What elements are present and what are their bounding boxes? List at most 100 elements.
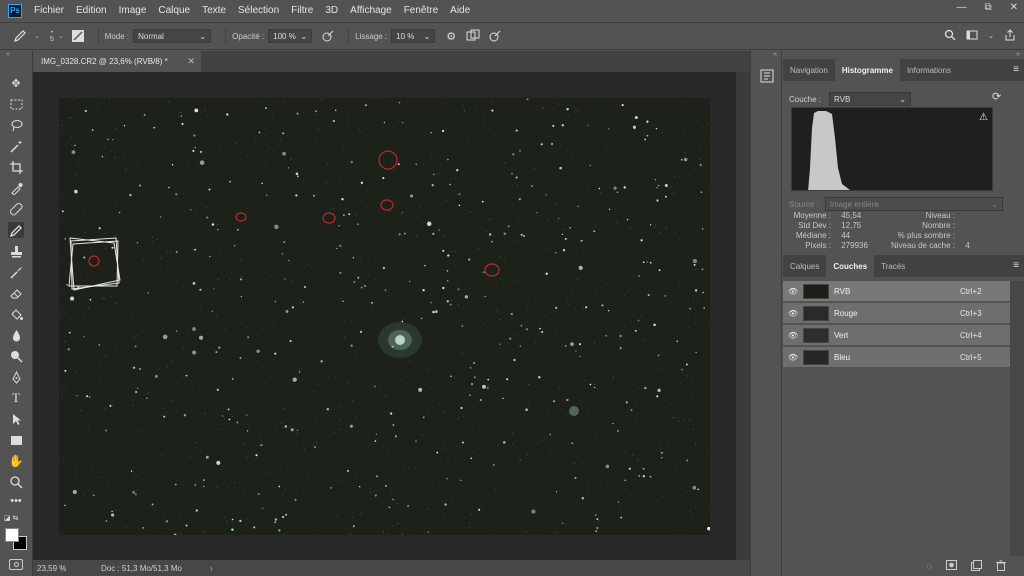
search-icon[interactable] [944,29,956,43]
tab-informations[interactable]: Informations [900,59,958,81]
menu-edition[interactable]: Edition [76,5,107,16]
eye-icon[interactable]: 👁 [783,287,803,296]
refresh-icon[interactable]: ⟳ [992,90,1001,103]
chevron-right-icon[interactable]: › [210,564,213,573]
channel-thumbnail [803,349,829,365]
history-brush-tool-icon[interactable] [8,264,24,280]
collapse-arrows-icon[interactable]: « [773,51,777,58]
pencil-tool-preset-icon[interactable] [12,28,28,44]
collapse-arrows-icon[interactable]: » [1016,51,1020,58]
panel-menu-icon[interactable]: ≡ [1013,64,1019,75]
move-tool-icon[interactable]: ✥ [8,75,24,91]
menu-texte[interactable]: Texte [202,5,226,16]
save-selection-icon[interactable] [946,560,957,572]
star [192,281,196,285]
pen-tool-icon[interactable] [8,369,24,385]
opacity-field[interactable]: 100 % ⌄ [268,29,313,43]
astro-image[interactable] [59,98,710,535]
healing-brush-tool-icon[interactable] [8,201,24,217]
channels-scrollbar[interactable] [1010,281,1024,556]
photoshop-logo-icon[interactable]: Ps [8,3,22,18]
eye-icon[interactable]: 👁 [783,353,803,362]
pencil-tool-icon[interactable] [8,222,24,238]
brush-size-picker[interactable]: • 5 [50,30,54,43]
star [105,429,108,432]
clone-stamp-tool-icon[interactable] [8,243,24,259]
close-button[interactable]: ✕ [1010,2,1018,13]
crop-tool-icon[interactable] [8,159,24,175]
channel-row-vert[interactable]: 👁 Vert Ctrl+4 [783,325,1010,346]
tab-couches[interactable]: Couches [826,255,875,277]
channel-select[interactable]: RVB ⌄ [829,92,912,106]
minimize-button[interactable]: — [956,2,966,13]
channel-row-rvb[interactable]: 👁 RVB Ctrl+2 [783,281,1010,302]
star [211,310,213,312]
star [246,430,249,432]
menu-affichage[interactable]: Affichage [350,5,392,16]
panel-menu-icon[interactable]: ≡ [1013,260,1019,271]
document-tab[interactable]: IMG_0328.CR2 @ 23,6% (RVB/8) * ✕ [33,51,201,72]
mode-select[interactable]: Normal ⌄ [133,29,212,43]
star [151,503,154,506]
eyedropper-tool-icon[interactable] [8,180,24,196]
star [637,319,640,322]
menu-filtre[interactable]: Filtre [291,5,313,16]
history-panel-icon[interactable] [760,69,774,83]
stat-pixels: Pixels : 279936 [805,241,868,250]
brush-settings-icon[interactable] [70,28,86,44]
new-channel-icon[interactable] [971,559,982,573]
chevron-down-icon[interactable]: ⌄ [58,32,64,40]
marquee-tool-icon[interactable] [8,96,24,112]
star [578,343,582,346]
quick-mask-icon[interactable] [9,559,23,570]
chevron-down-icon[interactable]: ⌄ [988,32,994,40]
more-tools-icon[interactable]: ••• [8,493,24,509]
menu-fichier[interactable]: Fichier [34,5,64,16]
menu-fenetre[interactable]: Fenêtre [404,5,438,16]
gear-icon[interactable]: ⚙ [443,28,459,44]
source-select[interactable]: Image entière ⌄ [824,197,1003,211]
eye-icon[interactable]: 👁 [783,309,803,318]
close-icon[interactable]: ✕ [187,56,195,67]
eraser-tool-icon[interactable] [8,285,24,301]
trash-icon[interactable] [996,560,1006,573]
foreground-color-swatch[interactable] [5,528,19,542]
load-selection-icon[interactable]: ◌ [927,561,932,571]
menu-calque[interactable]: Calque [158,5,190,16]
tab-navigation[interactable]: Navigation [783,59,835,81]
pressure-size-icon[interactable] [487,28,503,44]
paint-bucket-tool-icon[interactable] [8,306,24,322]
magic-wand-tool-icon[interactable] [8,138,24,154]
hand-tool-icon[interactable]: ✋ [8,453,24,469]
tab-calques[interactable]: Calques [783,255,826,277]
symmetry-icon[interactable] [465,28,481,44]
channel-row-rouge[interactable]: 👁 Rouge Ctrl+3 [783,303,1010,324]
workspace-icon[interactable] [966,29,978,43]
channel-row-bleu[interactable]: 👁 Bleu Ctrl+5 [783,347,1010,368]
zoom-level[interactable]: 23,59 % [37,564,81,573]
type-tool-icon[interactable]: T [8,390,24,406]
smoothing-field[interactable]: 10 % ⌄ [391,29,436,43]
path-selection-tool-icon[interactable] [8,411,24,427]
expand-arrows-icon[interactable]: » [6,51,10,58]
menu-3d[interactable]: 3D [325,5,338,16]
dodge-tool-icon[interactable] [8,348,24,364]
menu-selection[interactable]: Sélection [238,5,279,16]
menu-aide[interactable]: Aide [450,5,470,16]
blur-tool-icon[interactable] [8,327,24,343]
zoom-tool-icon[interactable] [8,474,24,490]
star [620,516,623,519]
share-icon[interactable] [1004,29,1016,43]
eye-icon[interactable]: 👁 [783,331,803,340]
tab-traces[interactable]: Tracés [874,255,912,277]
restore-button[interactable]: ⧉ [984,2,991,13]
default-colors-icon[interactable]: ◪ ⇆ [4,514,18,522]
chevron-down-icon[interactable]: ⌄ [34,32,40,40]
lasso-tool-icon[interactable] [8,117,24,133]
warning-icon[interactable]: ⚠ [979,112,988,123]
rectangle-tool-icon[interactable] [8,432,24,448]
menu-image[interactable]: Image [119,5,147,16]
tab-histogramme[interactable]: Histogramme [834,59,900,81]
pressure-opacity-icon[interactable] [320,28,336,44]
vertical-scrollbar[interactable] [736,72,750,560]
